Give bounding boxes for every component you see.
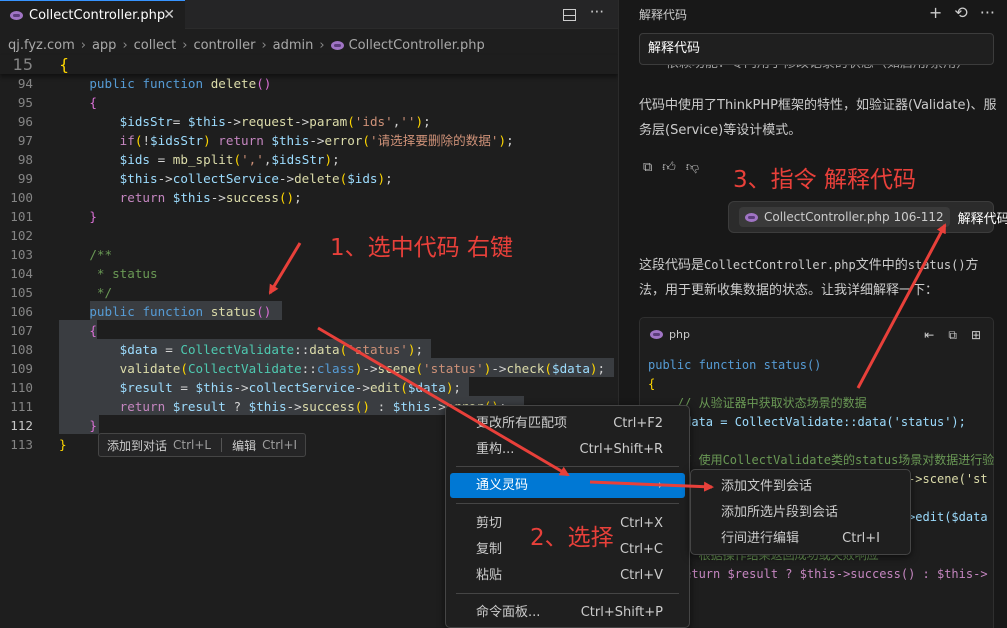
code-line: 99 $this->collectService->delete($ids); <box>17 171 393 186</box>
code-line: 102 <box>10 228 33 243</box>
thumbs-up-icon[interactable]: 👍︎ <box>662 160 676 175</box>
reaction-bar: ⧉ 👍︎ 👎︎ <box>643 160 699 175</box>
breadcrumb-item[interactable]: CollectController.php <box>349 38 485 53</box>
breadcrumb-item[interactable]: admin <box>273 38 314 53</box>
php-file-icon <box>10 10 23 20</box>
php-file-icon <box>330 40 344 50</box>
code-line: 98 $ids = mb_split(',',$idsStr); <box>17 152 340 167</box>
menu-separator <box>456 503 679 504</box>
breadcrumb: qj.fyz.com › app › collect › controller › ad… <box>8 36 485 54</box>
chevron-right-icon: › <box>319 37 325 53</box>
code-line: 109 validate(CollectValidate::class)->sc… <box>10 361 606 376</box>
code-line: 103 /** <box>10 247 113 262</box>
codeblock-header: php <box>650 328 690 341</box>
split-editor-icon[interactable] <box>562 9 576 21</box>
codeblock-line: return $result ? $this->success() : $thi… <box>648 567 988 581</box>
add-to-chat-shortcut: Ctrl+L <box>173 438 212 452</box>
menu-item-add-file-to-chat[interactable]: 添加文件到会话 <box>695 474 906 499</box>
chevron-right-icon: › <box>182 37 188 53</box>
file-reference-label: CollectController.php 106-112 <box>764 210 944 224</box>
annotation-step1: 1、选中代码 右键 <box>330 235 513 261</box>
insert-icon[interactable]: ⇤ <box>924 328 934 343</box>
answer-paragraph: 这段代码是CollectController.php文件中的status()方法… <box>639 258 979 298</box>
breadcrumb-item[interactable]: controller <box>193 38 255 53</box>
codeblock-line: // 从验证器中获取状态场景的数据 <box>648 396 867 410</box>
codeblock-line: $data = CollectValidate::data('status'); <box>648 415 966 429</box>
codeblock-line <box>648 432 994 451</box>
menu-item-tongyi-lingma[interactable]: 通义灵码 › <box>450 473 685 498</box>
chevron-right-icon: › <box>80 37 86 53</box>
menu-item-change-all[interactable]: 更改所有匹配项 Ctrl+F2 <box>450 411 685 436</box>
edit-shortcut: Ctrl+I <box>262 438 298 452</box>
code-line: 94 public function delete() <box>17 76 272 91</box>
divider <box>221 438 223 452</box>
file-reference-chip[interactable]: CollectController.php 106-112 <box>739 207 950 227</box>
chat-paragraph: 代码中使用了ThinkPHP框架的特性，如验证器(Validate)、服务层(S… <box>639 98 997 138</box>
annotation-step2: 2、选择 <box>530 525 614 551</box>
copy-icon[interactable]: ⧉ <box>643 160 652 175</box>
add-to-chat-action[interactable]: 添加到对话 <box>107 437 167 454</box>
editor-actions: ··· <box>562 3 604 21</box>
breadcrumb-item[interactable]: app <box>92 38 116 53</box>
copy-icon[interactable]: ⧉ <box>948 328 957 343</box>
chevron-right-icon: › <box>122 37 128 53</box>
edit-action[interactable]: 编辑 <box>232 437 256 454</box>
php-file-icon <box>650 330 663 339</box>
code-line: 105 */ <box>10 285 113 300</box>
history-icon[interactable]: ⟲ <box>954 3 967 22</box>
codeblock-line: public function status() <box>648 358 822 372</box>
tab-bar: CollectController.php ✕ ··· <box>0 0 618 29</box>
codeblock-line: // 使用CollectValidate类的status场景对数据进行验 <box>648 453 995 467</box>
code-line: 101 } <box>10 209 97 224</box>
chat-input[interactable]: 解释代码 <box>639 33 994 65</box>
chevron-right-icon: › <box>657 478 663 493</box>
chat-actions: + ⟲ ··· <box>929 3 995 22</box>
code-line: 97 if(!$idsStr) return $this->error('请选择… <box>17 133 514 148</box>
code-line: 107 { <box>10 323 97 338</box>
php-file-icon <box>745 212 758 222</box>
menu-item-paste[interactable]: 粘贴 Ctrl+V <box>450 563 685 588</box>
sticky-scroll-line[interactable]: 15{ <box>0 55 618 74</box>
new-chat-icon[interactable]: + <box>929 3 942 22</box>
thumbs-down-icon[interactable]: 👎︎ <box>686 160 699 175</box>
codeblock-language: php <box>669 328 690 341</box>
user-request-bubble: CollectController.php 106-112 解释代码 <box>728 201 1007 233</box>
menu-item-command-palette[interactable]: 命令面板... Ctrl+Shift+P <box>450 600 685 625</box>
code-line: 106 public function status() <box>10 304 272 319</box>
codeblock-tools: ⇤ ⧉ ⊞ <box>924 328 981 343</box>
code-line: 110 $result = $this->collectService->edi… <box>10 380 461 395</box>
chevron-right-icon: › <box>261 37 267 53</box>
breadcrumb-item[interactable]: collect <box>134 38 177 53</box>
menu-item-add-snippet-to-chat[interactable]: 添加所选片段到会话 <box>695 500 906 525</box>
tab-label: CollectController.php <box>29 7 166 23</box>
code-line: 108 $data = CollectValidate::data('statu… <box>10 342 424 357</box>
context-menu: 更改所有匹配项 Ctrl+F2 重构... Ctrl+Shift+R 通义灵码 › 剪… <box>445 405 690 628</box>
chat-title: 解释代码 <box>639 8 688 22</box>
menu-separator <box>456 466 679 467</box>
menu-item-refactor[interactable]: 重构... Ctrl+Shift+R <box>450 437 685 462</box>
menu-item-inline-edit[interactable]: 行间进行编辑 Ctrl+I <box>695 526 906 551</box>
menu-separator <box>456 593 679 594</box>
tab-collectcontroller[interactable]: CollectController.php ✕ <box>0 0 185 29</box>
code-line: 100 return $this->success(); <box>10 190 302 205</box>
code-line: 104 * status <box>10 266 158 281</box>
breadcrumb-item[interactable]: qj.fyz.com <box>8 38 75 53</box>
request-text: 解释代码 <box>957 211 1007 227</box>
inline-hint-bar: 添加到对话 Ctrl+L 编辑 Ctrl+I <box>98 433 307 457</box>
code-line: 96 $idsStr= $this->request->param('ids',… <box>17 114 431 129</box>
codeblock-line: { <box>648 377 656 391</box>
annotation-step3: 3、指令 解释代码 <box>733 167 916 193</box>
code-line: 95 { <box>17 95 97 110</box>
tongyi-submenu: 添加文件到会话 添加所选片段到会话 行间进行编辑 Ctrl+I <box>690 469 911 555</box>
close-icon[interactable]: ✕ <box>163 7 175 23</box>
new-file-icon[interactable]: ⊞ <box>971 328 981 343</box>
more-icon[interactable]: ··· <box>980 3 995 22</box>
more-icon[interactable]: ··· <box>590 3 604 21</box>
